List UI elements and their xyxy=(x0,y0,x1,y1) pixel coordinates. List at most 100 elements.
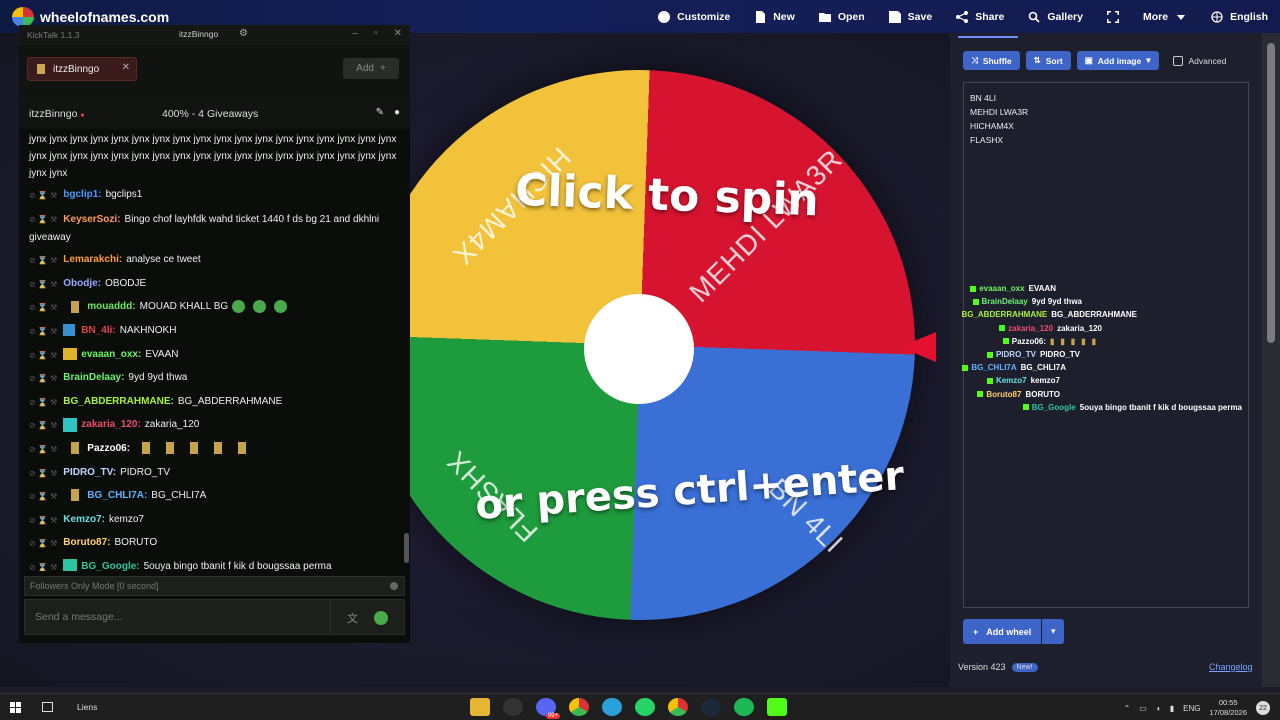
chat-message: ⊘ ⌛ ⚒ Obodje: OBODJE xyxy=(29,275,400,294)
task-view-icon[interactable] xyxy=(42,702,53,712)
language-select[interactable]: English xyxy=(1211,11,1268,23)
chat-username[interactable]: Boruto87: xyxy=(63,537,110,548)
wheel-container[interactable]: MEHDI LWA3R BN 4LI FLASHX HICHAM4X Click… xyxy=(365,70,915,620)
discord-badge: 99+ xyxy=(545,713,560,719)
kick-badge-icon xyxy=(999,325,1006,332)
chat-username[interactable]: Kemzo7: xyxy=(63,514,105,525)
mod-actions[interactable]: ⊘ ⌛ ⚒ xyxy=(29,322,57,341)
kicktalk-tabbar: itzzBinngo ✕ Add + xyxy=(19,45,410,97)
chat-username[interactable]: BrainDelaay: xyxy=(63,372,124,383)
chrome-icon[interactable] xyxy=(569,698,589,716)
links-toolbar[interactable]: Liens xyxy=(77,702,97,712)
mod-actions[interactable]: ⊘ ⌛ ⚒ xyxy=(29,416,57,435)
add-channel-button[interactable]: Add + xyxy=(343,58,399,79)
emote-icon xyxy=(214,442,223,455)
clock[interactable]: 00:55 17/08/2026 xyxy=(1209,698,1247,718)
gallery-button[interactable]: Gallery xyxy=(1028,11,1083,23)
more-menu[interactable]: More xyxy=(1143,11,1187,23)
pin-icon[interactable]: ✎ xyxy=(376,107,384,118)
gear-emotes: ▮▮▮▮▮ xyxy=(1049,336,1102,346)
user-icon[interactable]: ● xyxy=(394,107,400,118)
site-logo[interactable]: wheelofnames.com xyxy=(12,7,169,27)
file-explorer-icon[interactable] xyxy=(470,698,490,716)
chat-username[interactable]: evaaan_oxx: xyxy=(81,349,141,360)
mod-actions[interactable]: ⊘ ⌛ ⚒ xyxy=(29,464,57,483)
wheel-hub[interactable] xyxy=(584,294,694,404)
chat-username[interactable]: KeyserSozi: xyxy=(63,214,120,225)
gear-icon[interactable]: ⚙ xyxy=(239,28,248,39)
maximize-icon[interactable]: ▫ xyxy=(374,28,378,39)
mod-actions[interactable]: ⊘ ⌛ ⚒ xyxy=(29,511,57,530)
new-button[interactable]: New xyxy=(754,10,795,23)
chrome-icon[interactable] xyxy=(668,698,688,716)
mod-actions[interactable]: ⊘ ⌛ ⚒ xyxy=(29,369,57,388)
chat-username[interactable]: zakaria_120: xyxy=(81,419,141,430)
sort-button[interactable]: ⇅ Sort xyxy=(1025,51,1071,70)
network-icon[interactable]: ▭ xyxy=(1139,704,1147,713)
notification-center-icon[interactable]: 22 xyxy=(1256,701,1270,715)
share-button[interactable]: Share xyxy=(956,10,1004,23)
fullscreen-button[interactable] xyxy=(1106,10,1119,23)
mod-actions[interactable]: ⊘ ⌛ ⚒ xyxy=(29,534,57,553)
mod-actions[interactable]: ⊘ ⌛ ⚒ xyxy=(29,440,57,459)
chat-username[interactable]: Pazzo06: xyxy=(87,443,130,454)
channel-header-actions: ✎ ● xyxy=(376,107,400,118)
chat-username[interactable]: PIDRO_TV: xyxy=(63,467,116,478)
mod-actions[interactable]: ⊘ ⌛ ⚒ xyxy=(29,210,57,229)
chat-username[interactable]: bgclip1: xyxy=(63,189,101,200)
telegram-icon[interactable] xyxy=(602,698,622,716)
steam-icon[interactable] xyxy=(701,698,721,716)
emote-picker-icon[interactable] xyxy=(374,611,388,625)
chat-username[interactable]: BG_ABDERRAHMANE: xyxy=(63,396,174,407)
chat-username[interactable]: mouaddd: xyxy=(87,301,135,312)
advanced-toggle[interactable]: Advanced xyxy=(1172,55,1226,66)
shuffle-button[interactable]: ⤨ Shuffle xyxy=(963,51,1020,70)
customize-button[interactable]: Customize xyxy=(658,10,730,23)
chat-username[interactable]: Lemarakchi: xyxy=(63,254,122,265)
mod-actions[interactable]: ⊘ ⌛ ⚒ xyxy=(29,298,57,317)
followers-only-notice: Followers Only Mode [0 second] xyxy=(24,576,405,596)
add-wheel-button[interactable]: + Add wheel xyxy=(963,619,1042,644)
chat-overlay: evaaan_oxx EVAAN BrainDelaay 9yd 9yd thwa … xyxy=(961,282,1252,414)
chat-username[interactable]: BG_Google: xyxy=(81,561,139,571)
add-image-button[interactable]: ▣ Add image ▾ xyxy=(1076,51,1159,70)
chevron-up-icon[interactable]: ⌃ xyxy=(1124,704,1131,713)
chatgpt-icon[interactable] xyxy=(503,698,523,716)
chat-username[interactable]: BG_CHLI7A: xyxy=(87,490,147,501)
chat-message-text: jynx jynx jynx jynx jynx jynx jynx jynx … xyxy=(29,134,397,179)
scrollbar-thumb[interactable] xyxy=(1267,43,1275,343)
open-button[interactable]: Open xyxy=(818,11,865,23)
kick-badge-icon xyxy=(986,377,993,384)
minimize-icon[interactable]: – xyxy=(353,28,359,39)
mod-actions[interactable]: ⊘ ⌛ ⚒ xyxy=(29,487,57,506)
volume-icon[interactable]: ◖ xyxy=(1156,704,1161,713)
save-button[interactable]: Save xyxy=(888,10,932,23)
language-indicator[interactable]: ENG xyxy=(1183,704,1200,713)
chat-messages[interactable]: jynx jynx jynx jynx jynx jynx jynx jynx … xyxy=(19,131,410,571)
mod-actions[interactable]: ⊘ ⌛ ⚒ xyxy=(29,251,57,270)
mod-actions[interactable]: ⊘ ⌛ ⚒ xyxy=(29,186,57,205)
mod-actions[interactable]: ⊘ ⌛ ⚒ xyxy=(29,275,57,294)
windows-start-icon[interactable] xyxy=(10,702,21,713)
message-input[interactable]: Send a message... 文 xyxy=(24,599,405,636)
chat-username[interactable]: BN_4li: xyxy=(81,325,115,336)
advanced-checkbox[interactable] xyxy=(1172,55,1183,66)
mod-actions[interactable]: ⊘ ⌛ ⚒ xyxy=(29,393,57,412)
channel-tab[interactable]: itzzBinngo ✕ xyxy=(27,57,137,81)
discord-icon[interactable]: 99+ xyxy=(536,698,560,719)
changelog-link[interactable]: Changelog xyxy=(1209,662,1253,672)
kick-icon[interactable] xyxy=(767,698,787,716)
spotify-icon[interactable] xyxy=(734,698,754,716)
mod-actions[interactable]: ⊘ ⌛ ⚒ xyxy=(29,558,57,571)
page-scrollbar[interactable] xyxy=(1262,33,1280,687)
chat-username[interactable]: Obodje: xyxy=(63,278,101,289)
close-icon[interactable]: ✕ xyxy=(394,28,402,39)
mod-actions[interactable]: ⊘ ⌛ ⚒ xyxy=(29,346,57,365)
close-tab-icon[interactable]: ✕ xyxy=(122,62,130,73)
info-icon[interactable] xyxy=(390,582,398,590)
add-wheel-dropdown[interactable]: ▾ xyxy=(1042,619,1065,644)
whatsapp-icon[interactable] xyxy=(635,698,655,716)
battery-icon[interactable]: ▮ xyxy=(1170,704,1174,713)
translate-icon[interactable]: 文 xyxy=(347,610,358,626)
chat-scrollbar[interactable] xyxy=(404,533,409,563)
